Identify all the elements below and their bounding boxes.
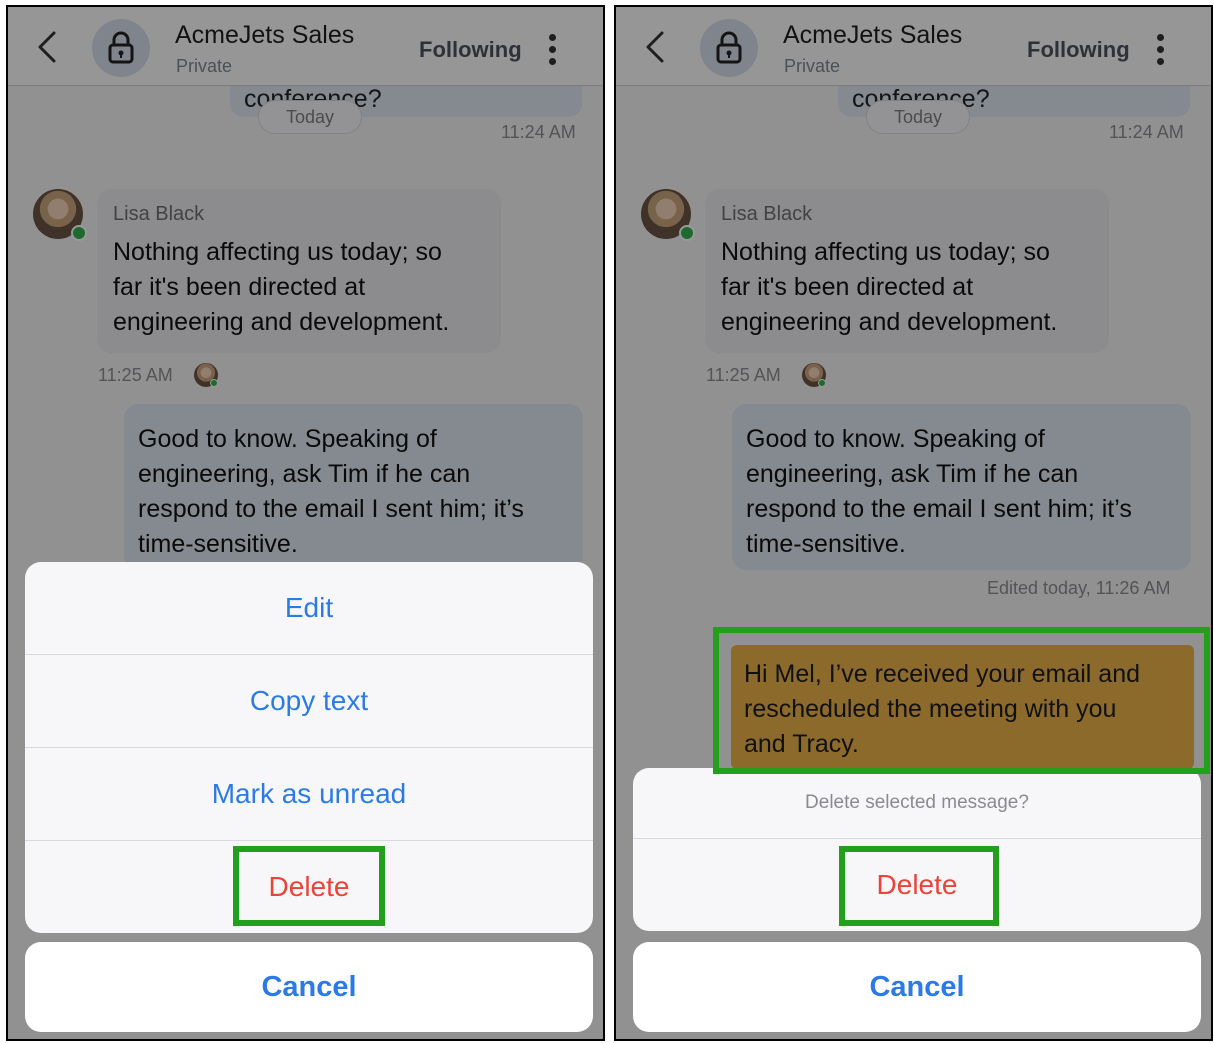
copy-text-button[interactable]: Copy text xyxy=(25,654,593,747)
mark-as-unread-button[interactable]: Mark as unread xyxy=(25,747,593,840)
highlight-box-delete xyxy=(839,846,999,926)
highlight-box-selected-message xyxy=(713,627,1210,774)
screen-right: conference? Today 11:24 AM Lisa Black No… xyxy=(614,5,1213,1041)
highlight-box-delete xyxy=(233,846,385,926)
screen-left: conference? Today 11:24 AM Lisa Black No… xyxy=(6,5,605,1041)
delete-prompt: Delete selected message? xyxy=(633,768,1201,839)
cancel-button[interactable]: Cancel xyxy=(25,942,593,1032)
cancel-button[interactable]: Cancel xyxy=(633,942,1201,1032)
edit-button[interactable]: Edit xyxy=(25,562,593,654)
